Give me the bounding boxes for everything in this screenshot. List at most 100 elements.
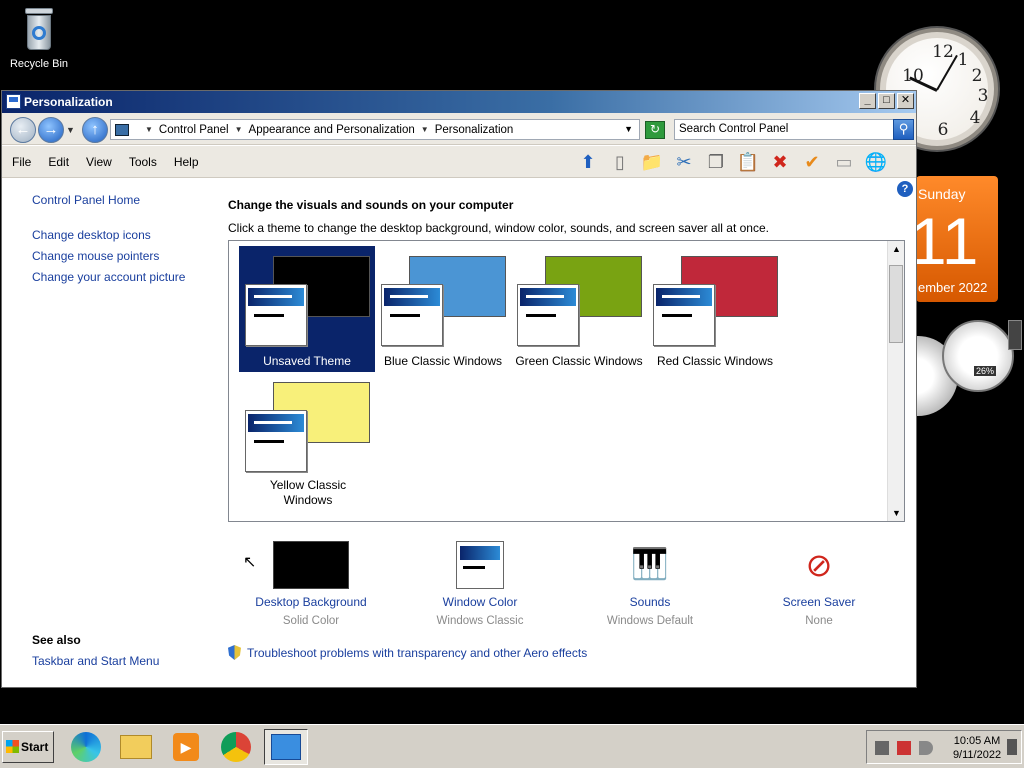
desktop-background-setting[interactable]: Desktop Background Solid Color [226, 541, 396, 627]
theme-green-classic[interactable]: Green Classic Windows [511, 246, 647, 372]
theme-label: Yellow Classic Windows [269, 478, 347, 507]
up-icon[interactable]: ⬆ [576, 150, 600, 174]
search-input[interactable]: Search Control Panel [674, 119, 894, 140]
clock-number: 12 [932, 42, 954, 62]
menu-help[interactable]: Help [174, 155, 199, 169]
scroll-down-arrow[interactable]: ▼ [892, 508, 901, 518]
theme-list: Unsaved Theme Blue Classic Windows Green… [228, 240, 905, 571]
copy-icon[interactable]: ❐ [704, 150, 728, 174]
theme-list-scrollbar[interactable]: ▲ ▼ [887, 241, 904, 521]
chrome-icon[interactable] [214, 729, 258, 765]
taskbar-date: 9/11/2022 [952, 749, 1002, 761]
start-button[interactable]: Start [2, 731, 54, 763]
calendar-gadget[interactable]: Sunday 11 ember 2022 [910, 176, 998, 302]
taskbar: Start ▶ 10:05 AM 9/11/2022 [0, 724, 1024, 768]
forward-button[interactable]: → [38, 117, 64, 143]
menu-view[interactable]: View [86, 155, 112, 169]
taskbar-clock[interactable]: 10:05 AM 9/11/2022 [945, 734, 1009, 762]
minimize-button[interactable]: _ [859, 93, 876, 109]
theme-red-classic[interactable]: Red Classic Windows [647, 246, 783, 372]
breadcrumb-personalization[interactable]: Personalization [435, 124, 514, 136]
page-description: Click a theme to change the desktop back… [228, 221, 769, 235]
globe-icon[interactable]: 🌐 [864, 150, 888, 174]
theme-yellow-classic[interactable]: Yellow Classic Windows ↖ [239, 372, 375, 571]
control-panel-icon[interactable] [264, 729, 308, 765]
scroll-up-arrow[interactable]: ▲ [892, 244, 901, 254]
refresh-button[interactable]: ↻ [645, 121, 665, 139]
scroll-thumb[interactable] [889, 265, 903, 343]
clock-number: 6 [937, 120, 949, 140]
taskbar-time: 10:05 AM [953, 735, 1001, 747]
show-desktop-button[interactable] [1007, 739, 1017, 755]
sounds-setting[interactable]: 🎹 Sounds Windows Default [565, 541, 735, 627]
sidebar-control-panel-home[interactable]: Control Panel Home [32, 193, 140, 207]
up-button[interactable]: ↑ [82, 117, 108, 143]
address-bar[interactable]: ▼ Control Panel ▼ Appearance and Personali… [110, 119, 640, 140]
delete-icon[interactable]: ✖ [768, 150, 792, 174]
setting-value: Windows Classic [436, 615, 524, 627]
setting-title[interactable]: Window Color [395, 595, 565, 609]
setting-title[interactable]: Screen Saver [734, 595, 904, 609]
window-color-setting[interactable]: Window Color Windows Classic [395, 541, 565, 627]
maximize-button[interactable]: □ [878, 93, 895, 109]
memory-percent: 26% [974, 366, 997, 376]
menu-file[interactable]: File [12, 155, 31, 169]
desktop-background-icon [273, 541, 349, 589]
personalization-window: Personalization _ □ ✕ ← → ▼ ↑ ▼ Control P… [1, 90, 917, 688]
cut-icon[interactable]: ✂ [672, 150, 696, 174]
paste-icon[interactable]: 📋 [736, 150, 760, 174]
theme-window-preview [653, 284, 715, 346]
sidebar-taskbar-start-menu[interactable]: Taskbar and Start Menu [32, 654, 159, 668]
cpu-meter-gadget[interactable]: 26% [916, 316, 1024, 416]
sounds-icon: 🎹 [631, 548, 669, 581]
search-button[interactable]: ⚲ [893, 119, 914, 140]
address-row: ← → ▼ ↑ ▼ Control Panel ▼ Appearance and P… [2, 113, 916, 145]
title-bar[interactable]: Personalization _ □ ✕ [2, 91, 916, 113]
troubleshoot-link[interactable]: Troubleshoot problems with transparency … [228, 645, 587, 660]
theme-label: Unsaved Theme [263, 354, 351, 368]
setting-title[interactable]: Desktop Background [226, 595, 396, 609]
calendar-day-number: 11 [910, 204, 979, 278]
address-dropdown[interactable]: ▼ [624, 124, 633, 134]
see-also-heading: See also [32, 633, 81, 647]
menu-edit[interactable]: Edit [48, 155, 69, 169]
clock-number: 4 [969, 108, 981, 128]
check-icon[interactable]: ✔ [800, 150, 824, 174]
theme-window-preview [245, 284, 307, 346]
breadcrumb-appearance[interactable]: Appearance and Personalization [249, 124, 415, 136]
recycle-bin-label: Recycle Bin [9, 58, 69, 70]
breadcrumb-control-panel[interactable]: Control Panel [159, 124, 229, 136]
troubleshoot-link-text[interactable]: Troubleshoot problems with transparency … [247, 646, 587, 660]
setting-value: None [805, 615, 833, 627]
sidebar-change-desktop-icons[interactable]: Change desktop icons [32, 228, 151, 242]
screen-saver-setting[interactable]: ⊘ Screen Saver None [734, 541, 904, 627]
sidebar-change-account-picture[interactable]: Change your account picture [32, 270, 185, 284]
view-icon[interactable]: ▯ [608, 150, 632, 174]
clock-number: 2 [971, 66, 983, 86]
action-center-icon[interactable] [897, 741, 911, 755]
crumb-separator[interactable]: ▼ [421, 125, 429, 134]
menu-tools[interactable]: Tools [129, 155, 157, 169]
help-icon[interactable]: ? [897, 181, 913, 197]
network-icon[interactable] [875, 741, 889, 755]
theme-window-preview [517, 284, 579, 346]
theme-label: Blue Classic Windows [383, 354, 503, 368]
close-button[interactable]: ✕ [897, 93, 914, 109]
recycle-bin[interactable]: Recycle Bin [8, 6, 70, 70]
media-player-icon[interactable]: ▶ [164, 729, 208, 765]
theme-blue-classic[interactable]: Blue Classic Windows [375, 246, 511, 372]
memory-gauge: 26% [942, 320, 1014, 392]
edge-icon[interactable] [64, 729, 108, 765]
file-explorer-icon[interactable] [114, 729, 158, 765]
theme-unsaved[interactable]: Unsaved Theme [239, 246, 375, 372]
folder-options-icon[interactable]: 📁 [640, 150, 664, 174]
crumb-separator[interactable]: ▼ [145, 125, 153, 134]
setting-title[interactable]: Sounds [565, 595, 735, 609]
sidebar-change-mouse-pointers[interactable]: Change mouse pointers [32, 249, 159, 263]
volume-icon[interactable] [919, 741, 933, 755]
gadget-controls[interactable] [1008, 320, 1022, 350]
back-button[interactable]: ← [10, 117, 36, 143]
rename-icon[interactable]: ▭ [832, 150, 856, 174]
crumb-separator[interactable]: ▼ [235, 125, 243, 134]
recent-pages-dropdown[interactable]: ▼ [66, 125, 75, 135]
